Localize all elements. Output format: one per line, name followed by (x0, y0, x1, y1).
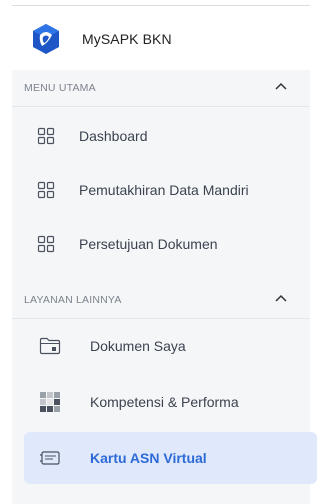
app-name: MySAPK BKN (82, 31, 172, 47)
card-icon (38, 448, 62, 468)
sidebar-item-label: Pemutakhiran Data Mandiri (79, 182, 249, 198)
sidebar-item-label: Kompetensi & Performa (90, 394, 239, 410)
section-header-menu-utama[interactable]: MENU UTAMA (12, 70, 310, 107)
sidebar-item-label: Dashboard (79, 128, 148, 144)
bkn-logo-icon (26, 19, 66, 59)
blocks-icon (38, 392, 62, 412)
sidebar-item-pemutakhiran-data-mandiri[interactable]: Pemutakhiran Data Mandiri (18, 164, 311, 216)
chevron-up-icon[interactable] (274, 294, 288, 304)
sidebar-item-persetujuan-dokumen[interactable]: Persetujuan Dokumen (18, 218, 311, 270)
sidebar-item-label: Dokumen Saya (90, 338, 186, 354)
sidebar-item-dashboard[interactable]: Dashboard (18, 110, 311, 162)
section-title: LAYANAN LAINNYA (24, 294, 122, 306)
sidebar: MENU UTAMA Dashboard Pemutakhiran Data M… (12, 70, 317, 504)
grid-icon (36, 234, 56, 254)
folder-icon (38, 336, 62, 356)
sidebar-item-kompetensi-performa[interactable]: Kompetensi & Performa (24, 376, 317, 428)
grid-icon (36, 180, 56, 200)
top-divider (12, 5, 310, 6)
sidebar-item-kartu-asn-virtual[interactable]: Kartu ASN Virtual (24, 432, 317, 484)
section-header-layanan-lainnya[interactable]: LAYANAN LAINNYA (12, 282, 310, 319)
grid-icon (36, 126, 56, 146)
chevron-up-icon[interactable] (274, 82, 288, 92)
brand-header[interactable]: MySAPK BKN (12, 8, 310, 70)
sidebar-item-label: Persetujuan Dokumen (79, 236, 218, 252)
sidebar-item-dokumen-saya[interactable]: Dokumen Saya (24, 320, 317, 372)
section-title: MENU UTAMA (24, 82, 96, 94)
sidebar-item-label: Kartu ASN Virtual (90, 450, 207, 466)
